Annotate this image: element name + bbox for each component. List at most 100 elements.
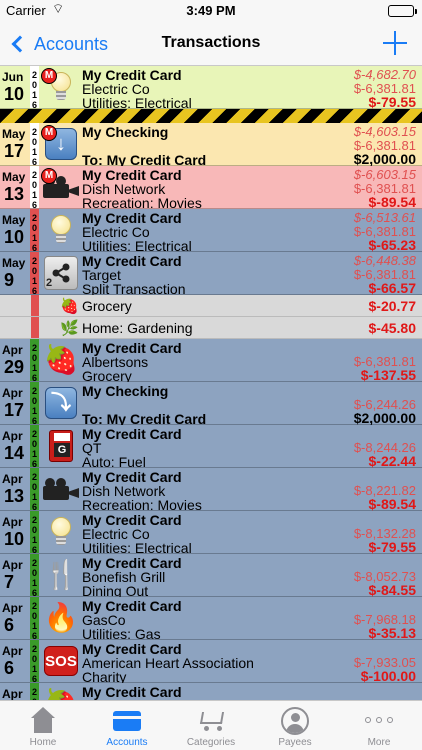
transaction-date: Jun 10: [0, 66, 30, 108]
year-strip: 2016: [30, 597, 39, 641]
transaction-date: Apr 13: [0, 468, 30, 510]
date-month: Apr: [2, 515, 23, 529]
transaction-list[interactable]: Jun 10 2 0 1 6 M My Credit Card Electric Co Utili…: [0, 66, 422, 700]
shopping-cart-icon: [197, 709, 225, 731]
tab-more[interactable]: More: [337, 701, 421, 750]
tab-icon-holder: [363, 705, 395, 735]
tab-accounts[interactable]: Accounts: [85, 701, 169, 750]
transaction-row[interactable]: Jun 10 2 0 1 6 M My Credit Card Electric Co Utili…: [0, 66, 422, 111]
transaction-row[interactable]: May 10 2 0 1 6 My Credit Card Electric Co Utilit…: [0, 209, 422, 254]
camera-reel2: [56, 478, 66, 488]
date-month: May: [2, 127, 26, 141]
split-line-item[interactable]: 🍓 Grocery $-20.77: [0, 295, 422, 317]
camera-lens: [69, 186, 79, 196]
flame-icon: 🔥: [43, 602, 79, 633]
transaction-date: Apr 29: [0, 339, 30, 381]
year-strip: 2016: [30, 382, 39, 426]
sos-icon: SOS: [43, 643, 79, 679]
hazard-divider: [0, 109, 422, 123]
date-month: Apr: [2, 558, 23, 572]
strawberry-icon: 🍓: [60, 298, 79, 315]
battery-icon: [388, 5, 417, 17]
date-day: 17: [4, 400, 25, 420]
transaction-row[interactable]: Apr 17 2 0 1 6 ⤵ My Checking To: My Credit Card $…: [0, 382, 422, 427]
date-month: Apr: [2, 687, 23, 700]
transaction-row[interactable]: Apr 10 2 0 1 6 My Credit Card Electric Co Utilit…: [0, 511, 422, 556]
transaction-account: My Checking: [82, 383, 169, 399]
person-icon: [281, 707, 309, 735]
ellipsis-icon: [365, 717, 393, 723]
tab-label: Payees: [278, 737, 312, 748]
transaction-amount: $-137.55: [360, 367, 416, 383]
transaction-amount: $2,000.00: [353, 410, 416, 426]
transaction-amount: $-66.57: [368, 280, 416, 296]
tab-home[interactable]: Home: [1, 701, 85, 750]
transaction-row[interactable]: Apr 29 2 0 1 6 🍓 My Credit Card Albertsons Grocer…: [0, 339, 422, 384]
date-day: 29: [4, 357, 25, 377]
running-balance: $-6,448.38: [353, 253, 416, 268]
date-month: May: [2, 213, 26, 227]
date-month: Apr: [2, 429, 23, 443]
year-strip: 2016: [30, 554, 39, 598]
sos-box: SOS: [44, 646, 78, 676]
transaction-row[interactable]: Apr 13 2 0 1 6 My Credit Card Dish Network Recre…: [0, 468, 422, 513]
transaction-row[interactable]: May 13 2 0 1 6 M My Credit Card Dish Network Recr…: [0, 166, 422, 211]
transaction-amount: $-65.23: [368, 237, 416, 253]
year-strip: 2016: [30, 425, 39, 469]
credit-card-icon: [113, 711, 141, 731]
tab-label: More: [367, 737, 391, 748]
transaction-row[interactable]: May 9 2 0 1 6 2 My Credit Card Target Split Trans…: [0, 252, 422, 297]
tab-icon-holder: [195, 705, 227, 735]
camera-reel2: [56, 176, 66, 186]
pump-display: [54, 433, 70, 441]
transfer-box: ⤵: [45, 387, 77, 419]
bulb-glass: [51, 517, 71, 537]
tab-label: Categories: [186, 737, 236, 748]
transaction-amount: $-79.55: [368, 539, 416, 555]
tab-categories[interactable]: Categories: [169, 701, 253, 750]
transaction-amount: $-35.13: [368, 625, 416, 641]
tab-icon-holder: [111, 705, 143, 735]
bulb-glass: [51, 215, 71, 235]
lightbulb-icon: [43, 212, 79, 248]
transaction-amount: $-22.44: [368, 453, 416, 469]
transaction-row[interactable]: Apr 6 2 0 1 6 🔥 My Credit Card GasCo Utilities: G…: [0, 597, 422, 642]
date-day: 10: [4, 227, 25, 247]
transaction-date: May 9: [0, 252, 30, 294]
year-strip: 2016: [30, 252, 39, 296]
year-strip: 2016: [30, 123, 39, 167]
transaction-row[interactable]: Apr 6 2 0 1 6 SOS My Credit Card American Heart …: [0, 640, 422, 685]
cart-wheel: [217, 726, 222, 731]
transaction-amount: $-79.55: [368, 94, 416, 110]
split-line-item[interactable]: 🌿 Home: Gardening $-45.80: [0, 317, 422, 339]
year-strip: 2016: [30, 683, 39, 700]
running-balance: $-4,603.15: [353, 124, 416, 139]
date-month: Apr: [2, 601, 23, 615]
split-status-strip: [31, 295, 39, 316]
tab-payees[interactable]: Payees: [253, 701, 337, 750]
running-balance: $-4,682.70: [353, 67, 416, 82]
transaction-row[interactable]: May 17 2 0 1 6 ↓ M My Checking To: My Credit Card…: [0, 123, 422, 168]
year-strip: 2016: [30, 511, 39, 555]
navigation-bar: Accounts Transactions: [0, 22, 422, 66]
memorized-badge-icon: M: [41, 125, 57, 141]
split-box: 2: [44, 256, 78, 290]
date-day: 14: [4, 443, 25, 463]
memorized-badge-icon: M: [41, 168, 57, 184]
year-strip: 2016: [30, 209, 39, 253]
bulb-base: [56, 536, 66, 545]
date-month: Apr: [2, 343, 23, 357]
date-day: 9: [4, 270, 15, 290]
transaction-row[interactable]: Apr 14 2 0 1 6 G My Credit Card QT Auto: Fuel $-8,…: [0, 425, 422, 470]
camera-reel1: [45, 478, 55, 488]
cart-basket: [199, 712, 225, 724]
transaction-row[interactable]: Apr 7 2 0 1 6 🍴 My Credit Card Bonefish Grill Din…: [0, 554, 422, 599]
transaction-row[interactable]: Apr2016🍓My Credit CardCentral Market$-7,…: [0, 683, 422, 700]
add-transaction-button[interactable]: [380, 28, 410, 58]
transaction-amount: $2,000.00: [353, 151, 416, 167]
home-roof: [31, 707, 55, 718]
transaction-date: Apr: [0, 683, 30, 700]
transaction-amount: $-89.54: [368, 496, 416, 512]
tab-icon-holder: [279, 705, 311, 735]
ellipsis-dot: [365, 717, 371, 723]
